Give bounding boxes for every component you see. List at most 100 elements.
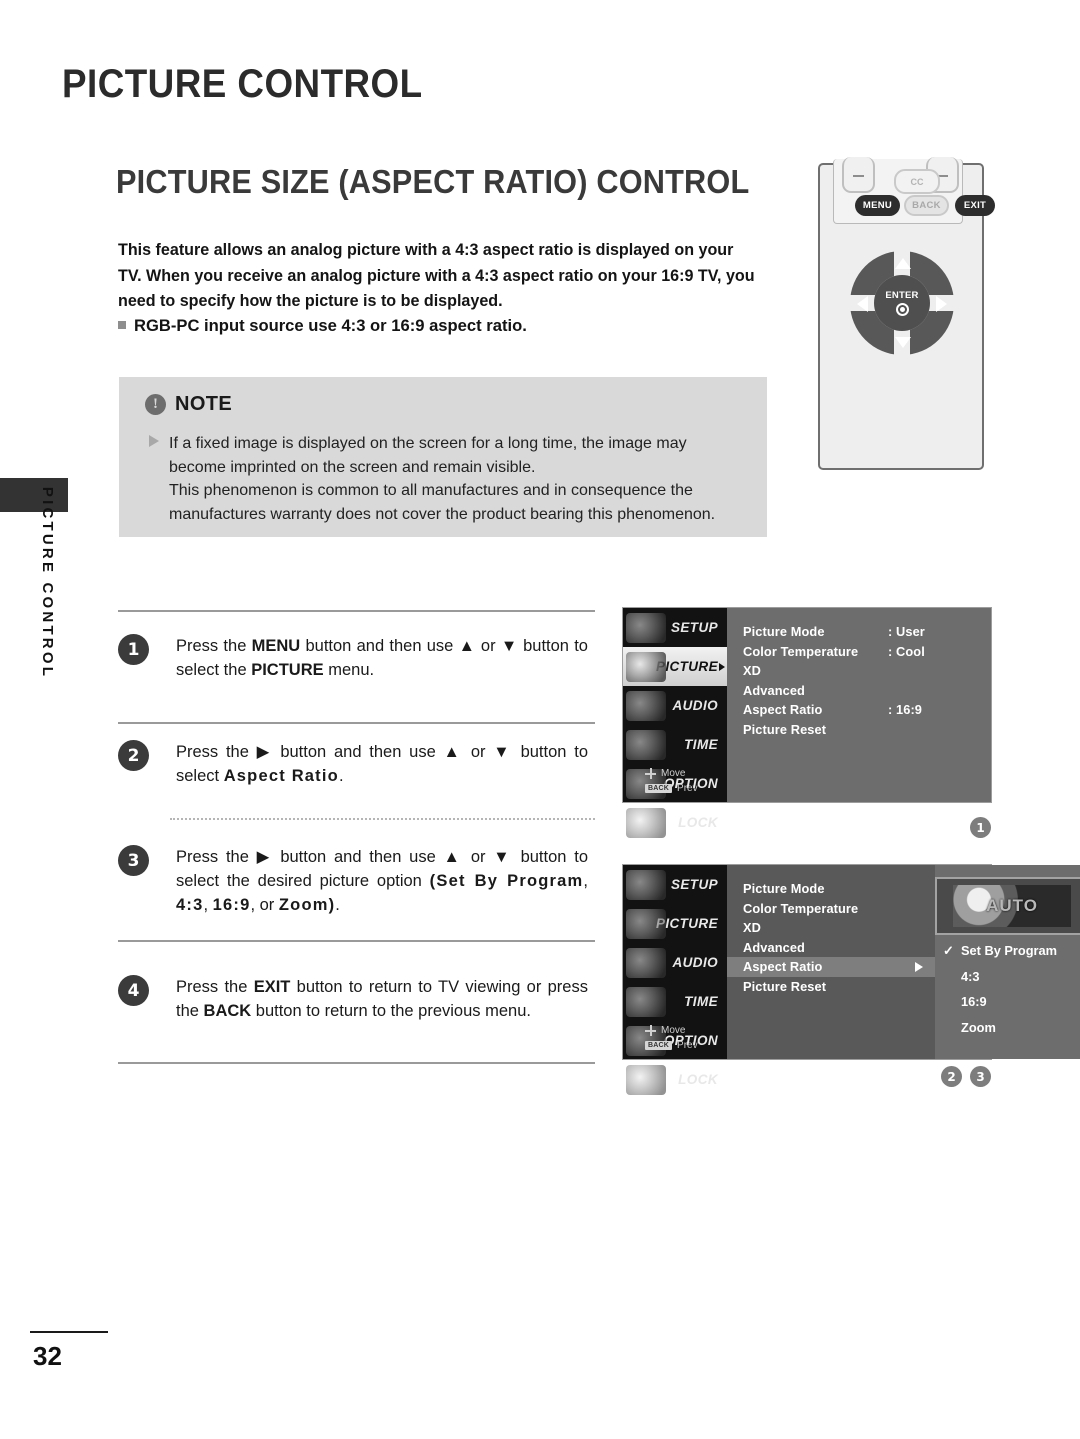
osd-sidebar-item-lock[interactable]: LOCK bbox=[623, 1060, 727, 1099]
osd2-menu-sidebar: SETUP PICTURE AUDIO TIME OPTION LOCK Move BAC… bbox=[623, 865, 727, 1095]
menu-category-icon bbox=[626, 730, 666, 760]
osd1-menu-sidebar: SETUP PICTURE AUDIO TIME OPTION LOCK Move BAC… bbox=[623, 608, 727, 838]
menu-category-icon bbox=[626, 652, 666, 682]
arrow-right-icon[interactable] bbox=[936, 296, 947, 312]
osd-sidebar-item-picture[interactable]: PICTURE bbox=[623, 647, 727, 686]
osd2-footer: Move BACK Prev bbox=[623, 1023, 727, 1053]
osd1-row-label: Advanced bbox=[743, 682, 805, 698]
step-3-number: 3 bbox=[118, 845, 149, 876]
osd2-row[interactable]: Color Temperature bbox=[743, 899, 935, 919]
osd-sidebar-item-time[interactable]: TIME bbox=[623, 982, 727, 1021]
arrow-up-icon[interactable] bbox=[895, 258, 911, 269]
osd2-row[interactable]: Picture Mode bbox=[743, 879, 935, 899]
note-body: If a fixed image is displayed on the scr… bbox=[149, 432, 744, 526]
osd1-row[interactable]: Aspect Ratio: 16:9 bbox=[743, 700, 991, 720]
osd-sidebar-item-label: LOCK bbox=[678, 815, 718, 830]
aspect-preview-label: AUTO bbox=[986, 896, 1038, 915]
enter-label: ENTER bbox=[885, 290, 919, 301]
divider-step2-step3 bbox=[170, 818, 595, 820]
osd2-prev-label: Prev bbox=[677, 1040, 698, 1051]
dash-button-left[interactable] bbox=[842, 157, 875, 193]
osd1-row[interactable]: Color Temperature: Cool bbox=[743, 642, 991, 662]
menu-category-icon bbox=[626, 613, 666, 643]
move-arrows-icon bbox=[645, 1025, 656, 1036]
osd1-row[interactable]: Advanced bbox=[743, 681, 991, 701]
osd1-sidebar-items: SETUP PICTURE AUDIO TIME OPTION LOCK bbox=[623, 608, 727, 842]
note-line-1: If a fixed image is displayed on the scr… bbox=[169, 435, 687, 476]
step-2-text: Press the ▶ button and then use ▲ or ▼ b… bbox=[176, 743, 588, 785]
osd-sidebar-item-setup[interactable]: SETUP bbox=[623, 608, 727, 647]
page-number: 32 bbox=[33, 1341, 62, 1371]
square-bullet-icon bbox=[118, 321, 126, 329]
osd2-row[interactable]: Aspect Ratio bbox=[727, 957, 935, 977]
chevron-right-icon bbox=[719, 662, 725, 671]
intro-bullet-text: RGB-PC input source use 4:3 or 16:9 aspe… bbox=[134, 316, 527, 335]
osd-sidebar-item-label: TIME bbox=[684, 994, 718, 1009]
aspect-option-set-by-program[interactable]: ✓ Set By Program bbox=[935, 941, 1080, 961]
osd-sidebar-item-audio[interactable]: AUDIO bbox=[623, 686, 727, 725]
osd2-row-label: XD bbox=[743, 920, 761, 936]
dpad[interactable]: ENTER bbox=[848, 249, 956, 357]
osd2-row-label: Aspect Ratio bbox=[743, 959, 823, 975]
osd1-row-label: Picture Reset bbox=[743, 721, 827, 737]
step-2: 2 Press the ▶ button and then use ▲ or ▼… bbox=[118, 740, 588, 788]
aspect-option-16-9[interactable]: 16:9 bbox=[935, 992, 1080, 1012]
osd-sidebar-item-setup[interactable]: SETUP bbox=[623, 865, 727, 904]
step-4-number: 4 bbox=[118, 975, 149, 1006]
step-1: 1 Press the MENU button and then use ▲ o… bbox=[118, 634, 588, 682]
osd-sidebar-item-lock[interactable]: LOCK bbox=[623, 803, 727, 842]
side-tab-label: PICTURE CONTROL bbox=[39, 486, 56, 680]
section-title: PICTURE SIZE (ASPECT RATIO) CONTROL bbox=[116, 163, 750, 200]
note-title: NOTE bbox=[175, 393, 233, 415]
osd1-row[interactable]: Picture Mode: User bbox=[743, 622, 991, 642]
osd-sidebar-item-picture[interactable]: PICTURE bbox=[623, 904, 727, 943]
enter-button[interactable]: ENTER bbox=[874, 275, 930, 331]
osd1-prev-row: BACK Prev bbox=[623, 781, 727, 796]
menu-category-icon bbox=[626, 909, 666, 939]
intro-bullet: RGB-PC input source use 4:3 or 16:9 aspe… bbox=[118, 313, 778, 338]
step-1-text: Press the MENU button and then use ▲ or … bbox=[176, 637, 588, 679]
osd1-row[interactable]: XD bbox=[743, 661, 991, 681]
aspect-option-label: 4:3 bbox=[961, 968, 980, 984]
aspect-option-4-3[interactable]: 4:3 bbox=[935, 967, 1080, 987]
step-marker-1: 1 bbox=[970, 817, 991, 838]
note-line-2: This phenomenon is common to all manufac… bbox=[169, 482, 716, 523]
back-chip-icon: BACK bbox=[645, 784, 673, 793]
osd2-row[interactable]: Advanced bbox=[743, 938, 935, 958]
osd2-menu-list: Picture Mode Color Temperature XD Advanced A… bbox=[727, 865, 935, 1059]
step-3: 3 Press the ▶ button and then use ▲ or ▼… bbox=[118, 845, 588, 917]
menu-category-icon bbox=[626, 808, 666, 838]
step-4: 4 Press the EXIT button to return to TV … bbox=[118, 975, 588, 1023]
osd2-row[interactable]: Picture Reset bbox=[743, 977, 935, 997]
arrow-down-icon[interactable] bbox=[895, 337, 911, 348]
divider-top bbox=[118, 610, 595, 612]
triangle-right-icon bbox=[149, 435, 159, 447]
menu-category-icon bbox=[626, 1065, 666, 1095]
exit-button[interactable]: EXIT bbox=[955, 195, 995, 216]
osd1-prev-label: Prev bbox=[677, 783, 698, 794]
osd1-row-label: Picture Mode bbox=[743, 624, 825, 640]
osd2-row-label: Picture Mode bbox=[743, 881, 825, 897]
osd1-row-value: : 16:9 bbox=[888, 702, 923, 718]
osd-sidebar-item-label: SETUP bbox=[670, 877, 718, 892]
osd-sidebar-item-audio[interactable]: AUDIO bbox=[623, 943, 727, 982]
osd1-move-row: Move bbox=[623, 766, 727, 781]
enter-dot-icon bbox=[895, 303, 909, 316]
back-chip-icon: BACK bbox=[645, 1041, 673, 1050]
osd1-row[interactable]: Picture Reset bbox=[743, 720, 991, 740]
osd2-options: ✓ Set By Program 4:3 16:9 Zoom bbox=[935, 941, 1080, 1037]
arrow-left-icon[interactable] bbox=[857, 296, 868, 312]
aspect-option-zoom[interactable]: Zoom bbox=[935, 1018, 1080, 1038]
back-button[interactable]: BACK bbox=[904, 195, 949, 216]
check-icon: ✓ bbox=[943, 942, 954, 958]
osd-screenshot-1: SETUP PICTURE AUDIO TIME OPTION LOCK Move BAC… bbox=[622, 607, 992, 838]
note-header: ! NOTE bbox=[145, 393, 232, 416]
menu-button[interactable]: MENU bbox=[855, 195, 900, 216]
osd-sidebar-item-label: AUDIO bbox=[672, 698, 718, 713]
osd2-submenu: AUTO ✓ Set By Program 4:3 16:9 Zoom bbox=[935, 865, 1080, 1059]
divider-bottom bbox=[118, 1062, 595, 1064]
osd2-row[interactable]: XD bbox=[743, 918, 935, 938]
cc-button[interactable]: CC bbox=[894, 169, 940, 194]
osd-sidebar-item-time[interactable]: TIME bbox=[623, 725, 727, 764]
osd2-row-label: Picture Reset bbox=[743, 978, 827, 994]
